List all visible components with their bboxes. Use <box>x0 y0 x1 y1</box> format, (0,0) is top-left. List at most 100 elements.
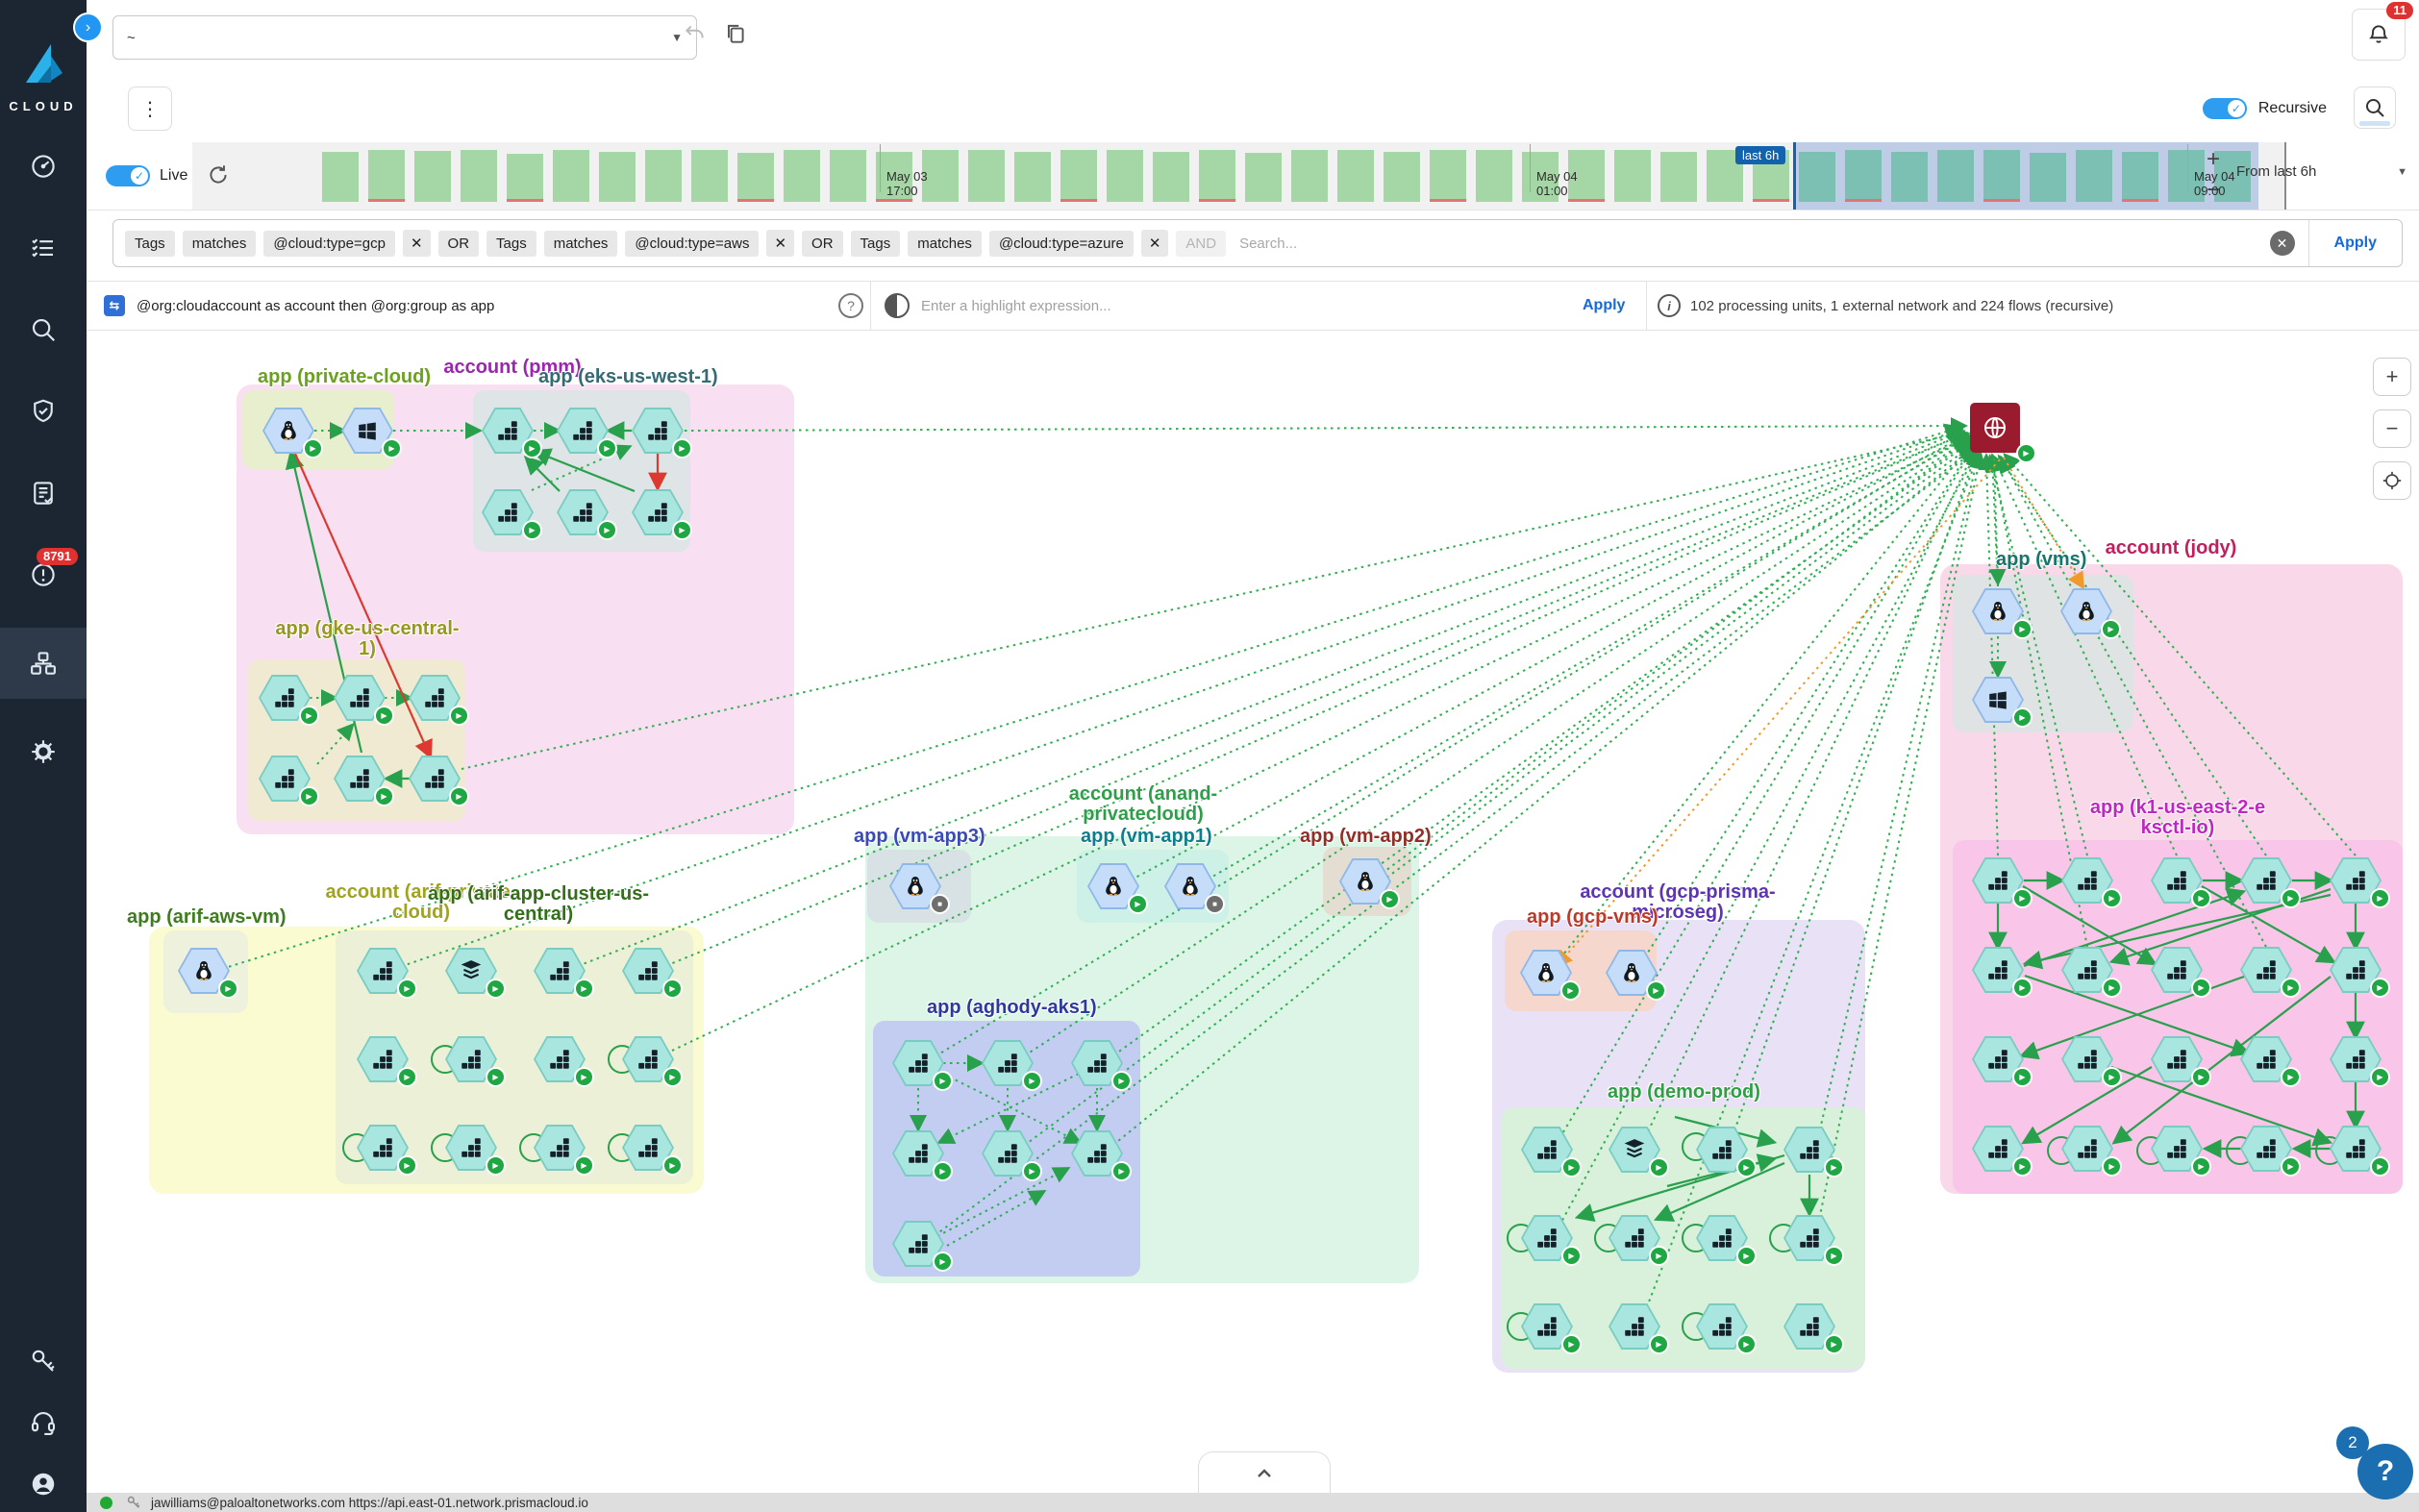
histogram-bar[interactable] <box>645 150 682 202</box>
histogram-bar[interactable] <box>922 150 959 202</box>
filter-apply-button[interactable]: Apply <box>2308 220 2402 266</box>
running-badge: ▶ <box>397 979 417 999</box>
undo-icon[interactable] <box>683 21 708 51</box>
prisma-cloud-app: CLOUD 8791 › ~ ▼ 11 ⋮ ✓ Recursive <box>0 0 2419 1512</box>
remove-filter-button[interactable]: ✕ <box>1141 230 1169 257</box>
clear-filters-button[interactable]: ✕ <box>2270 231 2295 256</box>
histogram-bar[interactable] <box>1614 150 1651 202</box>
histogram-bar[interactable] <box>1799 152 1835 202</box>
sidebar-item-network[interactable] <box>0 628 87 699</box>
sidebar-item-user[interactable] <box>0 1462 87 1506</box>
histogram-bar[interactable] <box>691 150 728 202</box>
report-check-icon <box>29 479 58 508</box>
sidebar-item-checklist[interactable] <box>0 219 87 277</box>
histogram-bar[interactable] <box>1476 150 1512 202</box>
running-badge: ▶ <box>1022 1071 1042 1091</box>
sidebar-item-key[interactable] <box>0 1339 87 1383</box>
copy-icon[interactable] <box>723 21 748 51</box>
histogram-bar[interactable] <box>1430 150 1466 202</box>
filter-search-input[interactable]: Search... <box>1239 235 2269 252</box>
histogram-bar[interactable] <box>737 153 774 202</box>
running-badge: ▶ <box>299 786 319 806</box>
canvas-zoom-out-button[interactable]: − <box>2373 409 2411 448</box>
time-range-selector[interactable]: From last 6h ▼ <box>2236 163 2407 180</box>
histogram-bar[interactable] <box>553 150 589 202</box>
group-label: app (vm-app1) <box>1081 827 1225 847</box>
running-badge: ▶ <box>2012 619 2032 639</box>
histogram-bar[interactable] <box>599 152 636 202</box>
canvas-search-button[interactable] <box>2354 87 2396 129</box>
sidebar-item-report-check[interactable] <box>0 464 87 522</box>
running-badge: ▶ <box>2016 443 2036 463</box>
divider <box>870 282 871 330</box>
histogram-bar[interactable] <box>830 150 866 202</box>
help-icon[interactable]: ? <box>838 293 863 318</box>
sidebar-item-alert[interactable]: 8791 <box>0 546 87 604</box>
group-label: app (arif-app-cluster-us-central) <box>413 884 663 925</box>
bottom-panel-expand-button[interactable] <box>1198 1451 1331 1493</box>
filter-chip: Tags <box>125 231 175 257</box>
topology-canvas[interactable]: + − account (pmm)account (anand-privatec… <box>87 329 2419 1493</box>
histogram-bar[interactable] <box>1107 150 1143 202</box>
stopped-badge: ■ <box>930 894 950 914</box>
canvas-center-button[interactable] <box>2373 461 2411 500</box>
canvas-zoom-in-button[interactable]: + <box>2373 358 2411 396</box>
query-apply-button[interactable]: Apply <box>1583 297 1625 314</box>
histogram-bar[interactable] <box>322 152 359 202</box>
group-label: app (gke-us-central-1) <box>271 619 463 659</box>
histogram-bar[interactable] <box>1660 152 1697 202</box>
histogram-bar[interactable] <box>1014 152 1051 202</box>
histogram-bar[interactable] <box>1291 150 1328 202</box>
filter-chip: Tags <box>851 231 901 257</box>
histogram-bar[interactable] <box>1245 153 1282 202</box>
context-selector[interactable]: ~ ▼ <box>112 15 697 60</box>
running-badge: ▶ <box>2012 978 2032 998</box>
histogram-bar[interactable] <box>1153 152 1189 202</box>
running-badge: ▶ <box>574 1155 594 1176</box>
filter-chip: @cloud:type=aws <box>625 231 759 257</box>
more-options-button[interactable]: ⋮ <box>128 87 172 131</box>
histogram-bar[interactable] <box>368 150 405 202</box>
histogram-bar[interactable] <box>414 151 451 202</box>
histogram-bar[interactable] <box>1060 150 1097 202</box>
histogram-bar[interactable] <box>968 150 1005 202</box>
external-network-node[interactable] <box>1970 403 2020 453</box>
histogram-bar[interactable] <box>1199 150 1235 202</box>
highlight-expression-input[interactable]: Enter a highlight expression... <box>921 298 1111 314</box>
histogram-bar[interactable] <box>1337 150 1374 202</box>
sidebar-item-gear[interactable] <box>0 723 87 781</box>
recursive-toggle[interactable]: ✓ <box>2203 98 2247 119</box>
sidebar-item-shield-check[interactable] <box>0 383 87 440</box>
histogram-bar[interactable] <box>784 150 820 202</box>
histogram-bar[interactable] <box>1845 150 1882 202</box>
sidebar-expand-button[interactable]: › <box>73 12 103 42</box>
query-expression[interactable]: @org:cloudaccount as account then @org:g… <box>137 298 494 314</box>
refresh-icon[interactable] <box>206 162 231 192</box>
running-badge: ▶ <box>933 1161 953 1181</box>
chevron-down-icon: ▼ <box>671 31 683 44</box>
histogram-bar[interactable] <box>461 150 497 202</box>
running-badge: ▶ <box>1824 1157 1844 1177</box>
histogram-bar[interactable] <box>2122 152 2158 202</box>
histogram-bar[interactable] <box>1384 152 1420 202</box>
timeline-histogram[interactable]: last 6hMay 0317:00May 0401:00May 0409:00 <box>192 142 2284 210</box>
sidebar-item-dashboard[interactable] <box>0 137 87 195</box>
live-toggle[interactable]: ✓ <box>106 165 150 186</box>
histogram-bar[interactable] <box>507 154 543 202</box>
toggle-check-icon: ✓ <box>2228 100 2245 117</box>
remove-filter-button[interactable]: ✕ <box>766 230 794 257</box>
highlight-toggle-icon[interactable] <box>885 293 910 318</box>
histogram-bar[interactable] <box>1937 150 1974 202</box>
running-badge: ▶ <box>1824 1334 1844 1354</box>
sidebar-item-headset[interactable] <box>0 1400 87 1445</box>
help-button[interactable]: ? <box>2357 1444 2413 1500</box>
running-badge: ▶ <box>486 1155 506 1176</box>
histogram-bar[interactable] <box>2030 153 2066 202</box>
filter-chip: @cloud:type=azure <box>989 231 1134 257</box>
remove-filter-button[interactable]: ✕ <box>403 230 431 257</box>
histogram-bar[interactable] <box>1983 150 2020 202</box>
timeline-tick-label: May 0401:00 <box>1536 169 1578 198</box>
histogram-bar[interactable] <box>1891 152 1928 202</box>
sidebar-item-search[interactable] <box>0 301 87 359</box>
histogram-bar[interactable] <box>2076 150 2112 202</box>
